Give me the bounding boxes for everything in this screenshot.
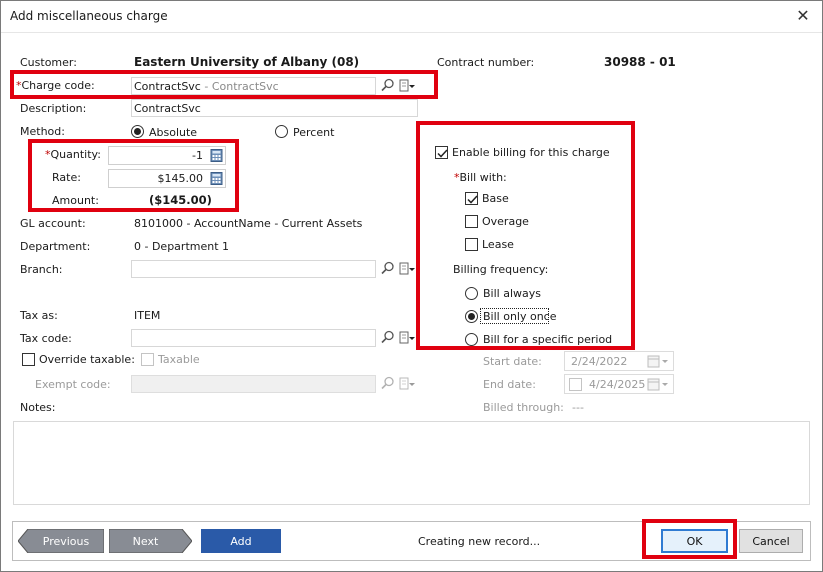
method-percent-label: Percent [293, 126, 335, 139]
charge-code-field[interactable]: ContractSvc - ContractSvc [131, 77, 376, 95]
amount-label: Amount: [52, 194, 99, 207]
notes-label: Notes: [20, 401, 56, 414]
title-bar: Add miscellaneous charge ✕ [1, 1, 822, 33]
bill-with-label: *Bill with: [454, 171, 507, 184]
search-icon[interactable] [381, 330, 395, 344]
billed-through-label: Billed through: [483, 401, 564, 414]
close-icon[interactable]: ✕ [792, 6, 814, 26]
bill-with-overage-checkbox[interactable] [465, 215, 478, 228]
enable-billing-checkbox[interactable] [435, 146, 448, 159]
calculator-icon[interactable] [210, 172, 223, 185]
bill-with-lease-checkbox[interactable] [465, 238, 478, 251]
rate-label: Rate: [52, 171, 81, 184]
enable-billing-label: Enable billing for this charge [452, 146, 610, 159]
taxable-checkbox[interactable] [141, 353, 154, 366]
bill-specific-period-radio[interactable] [465, 333, 478, 346]
method-percent-radio[interactable] [275, 125, 288, 138]
amount-value: ($145.00) [149, 193, 212, 207]
bill-always-label: Bill always [483, 287, 541, 300]
quantity-field[interactable]: -1 [108, 146, 226, 165]
bill-with-base-label: Base [482, 192, 509, 205]
dialog-title: Add miscellaneous charge [10, 9, 168, 23]
description-label: Description: [20, 102, 87, 115]
status-text: Creating new record... [418, 535, 541, 548]
branch-picker [377, 260, 421, 278]
bill-only-once-radio[interactable] [465, 310, 478, 323]
end-date-label: End date: [483, 378, 536, 391]
calculator-icon[interactable] [210, 149, 223, 162]
search-icon[interactable] [381, 261, 395, 275]
contract-number-value: 30988 - 01 [604, 55, 676, 69]
calendar-icon[interactable] [647, 378, 671, 391]
calendar-icon[interactable] [647, 355, 671, 368]
end-date-field[interactable]: 4/24/2025 [564, 374, 674, 394]
bill-only-once-label: Bill only once [483, 310, 557, 323]
billing-frequency-label: Billing frequency: [453, 263, 549, 276]
customer-label: Customer: [20, 56, 77, 69]
next-button[interactable]: Next [109, 529, 182, 553]
cancel-button[interactable]: Cancel [739, 529, 803, 553]
contract-number-label: Contract number: [437, 56, 535, 69]
document-dropdown-icon[interactable] [399, 79, 415, 92]
bill-with-base-checkbox[interactable] [465, 192, 478, 205]
tax-code-label: Tax code: [20, 332, 72, 345]
add-button[interactable]: Add [201, 529, 281, 553]
bill-specific-period-label: Bill for a specific period [483, 333, 613, 346]
quantity-label: *Quantity: [45, 148, 101, 161]
document-dropdown-icon[interactable] [399, 331, 415, 344]
method-absolute-label: Absolute [149, 126, 198, 139]
override-taxable-label: Override taxable: [39, 353, 135, 366]
exempt-code-field[interactable] [131, 375, 376, 393]
checkmark-icon [437, 149, 448, 158]
taxable-label: Taxable [158, 353, 200, 366]
ok-button[interactable]: OK [661, 529, 728, 553]
exempt-code-label: Exempt code: [35, 378, 111, 391]
notes-textarea[interactable] [13, 421, 810, 505]
override-taxable-checkbox[interactable] [22, 353, 35, 366]
tax-code-field[interactable] [131, 329, 376, 347]
gl-account-value: 8101000 - AccountName - Current Assets [134, 217, 363, 230]
billed-through-value: --- [572, 401, 584, 414]
tax-as-value: ITEM [134, 309, 161, 322]
department-label: Department: [20, 240, 91, 253]
start-date-label: Start date: [483, 355, 542, 368]
branch-field[interactable] [131, 260, 376, 278]
bill-with-lease-label: Lease [482, 238, 514, 251]
rate-field[interactable]: $145.00 [108, 169, 226, 188]
tax-code-picker [377, 329, 421, 347]
charge-code-label: *Charge code: [16, 79, 95, 92]
start-date-field[interactable]: 2/24/2022 [564, 351, 674, 371]
bill-with-overage-label: Overage [482, 215, 529, 228]
branch-label: Branch: [20, 263, 63, 276]
gl-account-label: GL account: [20, 217, 86, 230]
dialog-window: Add miscellaneous charge ✕ Customer: Eas… [0, 0, 823, 572]
bill-always-radio[interactable] [465, 287, 478, 300]
method-absolute-radio[interactable] [131, 125, 144, 138]
document-dropdown-icon[interactable] [399, 262, 415, 275]
method-label: Method: [20, 125, 65, 138]
exempt-code-picker [377, 375, 421, 393]
document-dropdown-icon[interactable] [399, 377, 415, 390]
tax-as-label: Tax as: [20, 309, 58, 322]
search-icon[interactable] [381, 376, 395, 390]
charge-code-picker [377, 77, 421, 95]
customer-value: Eastern University of Albany (08) [134, 55, 360, 69]
checkmark-icon [467, 195, 478, 204]
footer-bar: Previous Next Add Creating new record...… [12, 521, 811, 561]
search-icon[interactable] [381, 78, 395, 92]
end-date-checkbox[interactable] [569, 378, 582, 391]
previous-button[interactable]: Previous [28, 529, 104, 553]
description-field[interactable]: ContractSvc [131, 99, 418, 117]
department-value: 0 - Department 1 [134, 240, 230, 253]
